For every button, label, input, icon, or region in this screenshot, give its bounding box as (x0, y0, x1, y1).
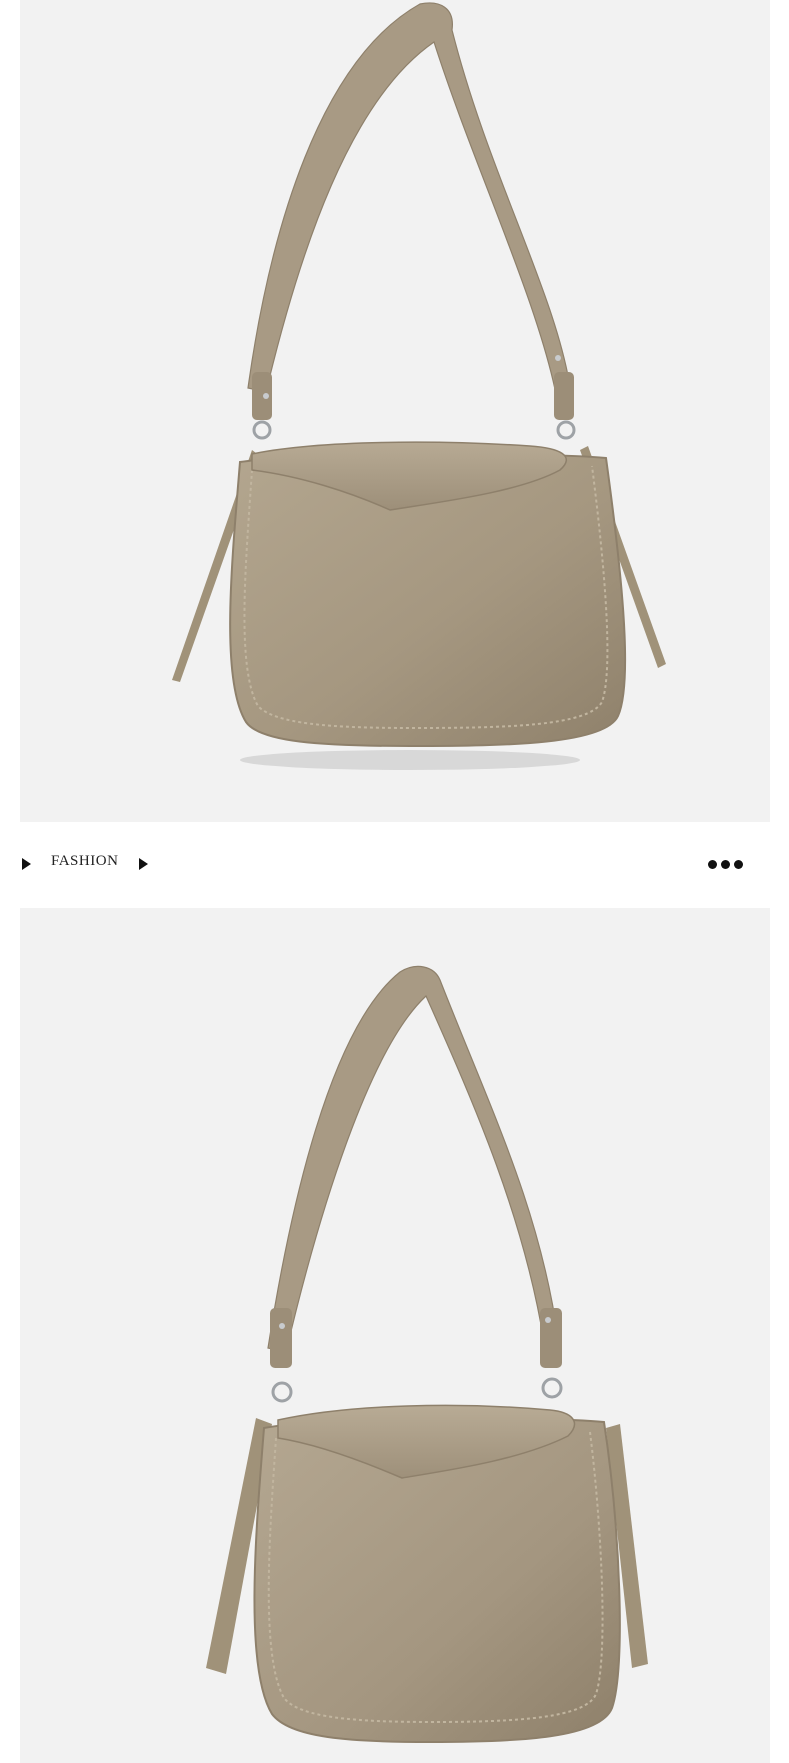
handbag-angled-image (206, 965, 648, 1744)
shoulder-strap (267, 965, 559, 1353)
left-ring (252, 420, 272, 440)
left-strap-tab (270, 1308, 292, 1368)
right-strap-tab (540, 1308, 562, 1368)
product-photo-angled (20, 908, 770, 1763)
left-ring (271, 1381, 293, 1403)
more-dots-icon (708, 860, 744, 870)
handbag-front-image (172, 2, 666, 770)
section-divider: FASHION (20, 822, 770, 908)
bag-shadow (240, 750, 580, 770)
shoulder-strap (247, 2, 573, 405)
right-ring (556, 420, 576, 440)
play-arrow-icon (22, 858, 31, 870)
right-ring (541, 1377, 563, 1399)
play-arrow-icon (139, 858, 148, 870)
right-strap-tab (554, 372, 574, 420)
fashion-label: FASHION (51, 853, 119, 869)
product-photo-front (20, 0, 770, 822)
